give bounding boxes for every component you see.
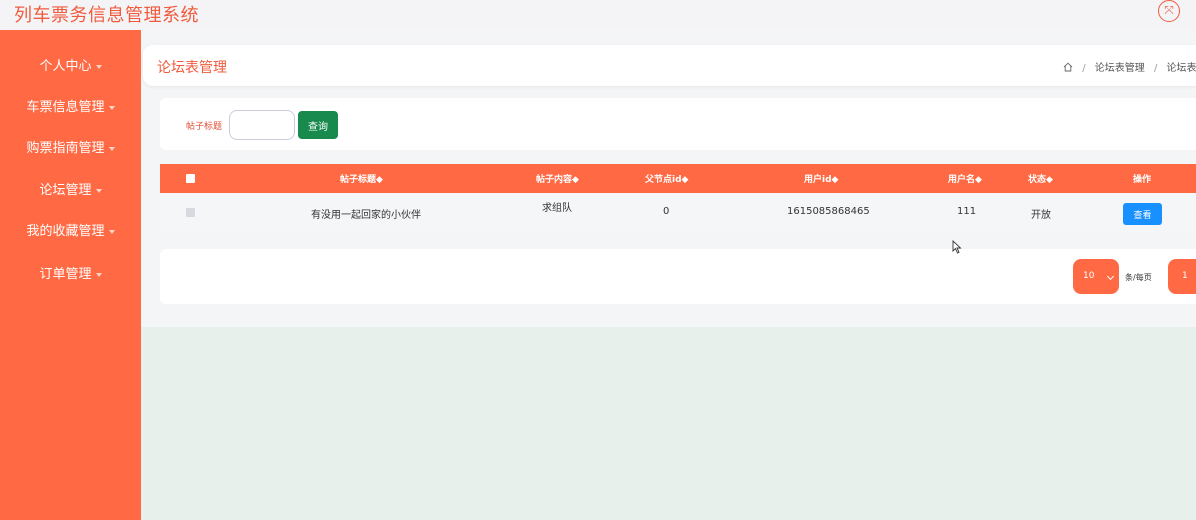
table-header: 帖子标题◆ 帖子内容◆ 父节点id◆ 用户id◆ 用户名◆ 状态◆ 操作	[160, 164, 1196, 193]
cell-content: 求组队	[542, 203, 572, 214]
mouse-cursor-icon	[952, 240, 962, 254]
caret-down-icon	[95, 64, 102, 69]
per-page-label: 条/每页	[1125, 273, 1152, 282]
page-size-select[interactable]: 10	[1073, 259, 1119, 294]
cell-user-id: 1615085868465	[787, 206, 870, 217]
top-bar: 列车票务信息管理系统 ⤧	[0, 0, 1196, 30]
breadcrumb-item[interactable]: 论坛表列	[1167, 63, 1196, 74]
caret-down-icon	[108, 229, 115, 234]
row-checkbox[interactable]	[186, 208, 195, 217]
pagination-panel: 10 条/每页 1	[160, 249, 1196, 304]
breadcrumb: / 论坛表管理 / 论坛表列	[1063, 59, 1196, 74]
breadcrumb-separator: /	[1153, 63, 1158, 74]
app-title: 列车票务信息管理系统	[14, 5, 199, 26]
search-label: 帖子标题	[186, 122, 223, 132]
cell-title: 有没用一起回家的小伙伴	[311, 210, 421, 221]
sidebar-item-label: 订单管理	[39, 267, 92, 282]
breadcrumb-item[interactable]: 论坛表管理	[1095, 63, 1145, 74]
search-panel: 帖子标题 查询	[160, 98, 1196, 150]
column-header-content[interactable]: 帖子内容◆	[536, 172, 579, 185]
sidebar-item-ticket-info[interactable]: 车票信息管理	[0, 93, 141, 123]
sidebar-item-favorites[interactable]: 我的收藏管理	[0, 217, 141, 247]
sidebar-item-guide[interactable]: 购票指南管理	[0, 134, 141, 164]
page-header: 论坛表管理 / 论坛表管理 / 论坛表列	[143, 45, 1196, 86]
caret-down-icon	[108, 146, 115, 151]
caret-down-icon	[95, 272, 102, 277]
sidebar-item-label: 车票信息管理	[26, 100, 105, 115]
sidebar-item-personal-center[interactable]: 个人中心	[0, 52, 141, 82]
caret-down-icon	[108, 105, 115, 110]
view-button[interactable]: 查看	[1123, 203, 1162, 225]
cell-username: 111	[957, 206, 977, 217]
select-all-checkbox[interactable]	[186, 174, 195, 183]
search-input[interactable]	[229, 110, 295, 140]
search-button[interactable]: 查询	[298, 111, 338, 139]
cell-parent-id: 0	[663, 206, 670, 217]
sidebar-item-orders[interactable]: 订单管理	[0, 260, 141, 290]
sidebar-item-forum[interactable]: 论坛管理	[0, 176, 141, 206]
column-header-username[interactable]: 用户名◆	[948, 172, 982, 185]
caret-down-icon	[95, 188, 102, 193]
sidebar-item-label: 我的收藏管理	[26, 224, 105, 239]
chevron-down-icon	[1106, 272, 1115, 281]
sidebar-item-label: 论坛管理	[39, 183, 92, 198]
cell-status: 开放	[1031, 210, 1051, 221]
table-row: 有没用一起回家的小伙伴 求组队 0 1615085868465 111 开放 查…	[160, 193, 1196, 232]
column-header-user-id[interactable]: 用户id◆	[804, 172, 838, 185]
page-number-button[interactable]: 1	[1168, 259, 1196, 294]
breadcrumb-separator: /	[1082, 63, 1086, 74]
sidebar-item-label: 个人中心	[39, 59, 92, 74]
column-header-parent-id[interactable]: 父节点id◆	[645, 172, 688, 185]
data-table: 帖子标题◆ 帖子内容◆ 父节点id◆ 用户id◆ 用户名◆ 状态◆ 操作 有没用…	[160, 164, 1196, 232]
page-title: 论坛表管理	[157, 60, 227, 76]
fullscreen-icon[interactable]: ⤧	[1158, 0, 1180, 22]
sidebar: 个人中心 车票信息管理 购票指南管理 论坛管理 我的收藏管理 订单管理	[0, 30, 141, 520]
column-header-actions: 操作	[1133, 175, 1152, 185]
column-header-title[interactable]: 帖子标题◆	[340, 172, 383, 185]
column-header-status[interactable]: 状态◆	[1028, 172, 1053, 185]
home-icon[interactable]	[1063, 62, 1073, 72]
page-size-value: 10	[1083, 271, 1095, 281]
sidebar-item-label: 购票指南管理	[26, 141, 105, 156]
